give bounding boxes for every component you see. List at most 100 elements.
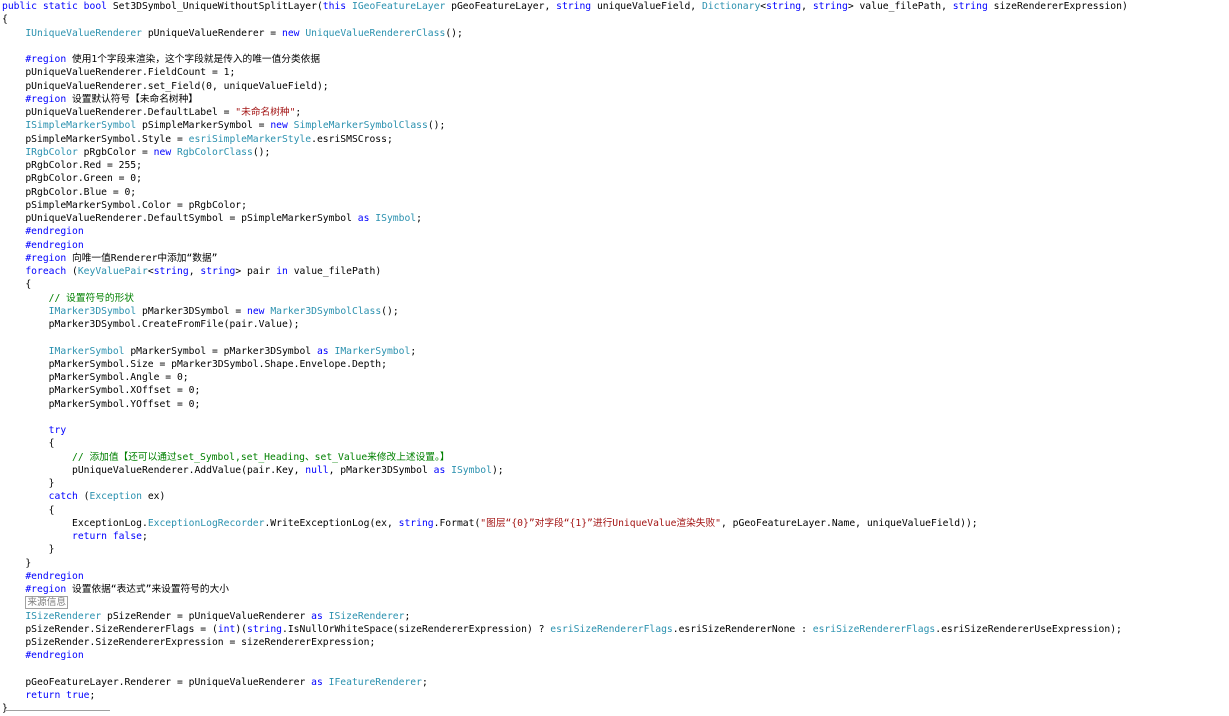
code-line[interactable]: pMarker3DSymbol.CreateFromFile(pair.Valu… — [2, 318, 1229, 331]
comment-token: // 设置符号的形状 — [48, 292, 134, 304]
keyword-token: #endregion — [25, 650, 84, 662]
code-text: pMarkerSymbol.Angle = 0; — [2, 372, 189, 383]
code-text: { — [2, 14, 8, 26]
code-text: (); — [427, 120, 446, 132]
code-line[interactable]: { — [2, 504, 1229, 517]
code-text: pMarkerSymbol.Size = pMarker3DSymbol.Sha… — [2, 358, 387, 370]
code-line[interactable]: { — [2, 437, 1229, 450]
keyword-token: #region — [25, 584, 67, 595]
code-line[interactable]: IMarkerSymbol pMarkerSymbol = pMarker3DS… — [2, 345, 1229, 358]
code-line[interactable]: #region 设置默认符号【未命名树种】 — [2, 93, 1229, 106]
code-line[interactable]: // 设置符号的形状 — [2, 292, 1229, 305]
code-line[interactable]: public static bool Set3DSymbol_UniqueWit… — [2, 0, 1229, 13]
code-line[interactable]: #endregion — [2, 570, 1229, 583]
code-line[interactable]: pRgbColor.Red = 255; — [2, 159, 1229, 172]
code-line[interactable]: { — [2, 13, 1229, 26]
code-line[interactable]: pGeoFeatureLayer.Renderer = pUniqueValue… — [2, 676, 1229, 689]
code-line[interactable]: pUniqueValueRenderer.FieldCount = 1; — [2, 66, 1229, 79]
source-info-box[interactable]: 来源信息 — [25, 596, 69, 610]
code-line[interactable]: IMarker3DSymbol pMarker3DSymbol = new Ma… — [2, 305, 1229, 318]
string-token: "未命名树种" — [235, 107, 296, 118]
keyword-token: string — [153, 266, 189, 277]
code-text: > value_filePath, — [847, 1, 953, 12]
code-line[interactable]: #region 向唯一值Renderer中添加“数据” — [2, 252, 1229, 265]
code-text: pMarkerSymbol = pMarker3DSymbol — [124, 345, 317, 357]
code-editor[interactable]: public static bool Set3DSymbol_UniqueWit… — [2, 0, 1229, 714]
code-text: pMarkerSymbol.YOffset = 0; — [2, 398, 201, 410]
code-line[interactable]: } — [2, 557, 1229, 570]
code-line[interactable]: return true; — [2, 689, 1229, 702]
type-token: IUniqueValueRenderer — [25, 27, 142, 39]
code-line[interactable]: try — [2, 424, 1229, 437]
code-line[interactable]: pMarkerSymbol.Size = pMarker3DSymbol.Sha… — [2, 358, 1229, 371]
keyword-token: new — [153, 146, 172, 158]
keyword-token: in — [276, 266, 288, 277]
type-token: ISizeRenderer — [328, 610, 405, 622]
code-line[interactable]: pUniqueValueRenderer.set_Field(0, unique… — [2, 80, 1229, 93]
code-line[interactable]: #endregion — [2, 239, 1229, 252]
code-line[interactable] — [2, 40, 1229, 53]
code-line[interactable]: pMarkerSymbol.YOffset = 0; — [2, 398, 1229, 411]
code-line[interactable]: ExceptionLog.ExceptionLogRecorder.WriteE… — [2, 517, 1229, 530]
code-text: pSizeRender.SizeRendererFlags = ( — [2, 623, 218, 635]
code-line[interactable]: pSizeRender.SizeRendererExpression = siz… — [2, 636, 1229, 649]
type-token: UniqueValueRendererClass — [305, 27, 446, 39]
code-line[interactable]: #endregion — [2, 649, 1229, 662]
code-line[interactable]: catch (Exception ex) — [2, 490, 1229, 503]
code-line[interactable] — [2, 331, 1229, 344]
code-line[interactable]: pRgbColor.Green = 0; — [2, 172, 1229, 185]
keyword-token: as — [311, 676, 323, 688]
code-line[interactable] — [2, 411, 1229, 424]
code-line[interactable]: foreach (KeyValuePair<string, string> pa… — [2, 265, 1229, 278]
code-line[interactable]: pUniqueValueRenderer.AddValue(pair.Key, … — [2, 464, 1229, 477]
code-text: ; — [295, 107, 302, 118]
code-line[interactable]: pUniqueValueRenderer.DefaultLabel = "未命名… — [2, 106, 1229, 119]
code-text: sizeRendererExpression) — [987, 1, 1128, 12]
code-text: 向唯一值Renderer中添加“数据” — [66, 252, 218, 264]
code-line[interactable]: pSimpleMarkerSymbol.Style = esriSimpleMa… — [2, 133, 1229, 146]
code-text: ex) — [142, 491, 166, 503]
keyword-token: as — [357, 213, 370, 224]
code-line[interactable]: ISizeRenderer pSizeRender = pUniqueValue… — [2, 610, 1229, 623]
keyword-token: new — [281, 27, 300, 39]
code-text: ; — [410, 345, 417, 357]
code-line[interactable]: } — [2, 477, 1229, 490]
code-line[interactable]: return false; — [2, 530, 1229, 543]
keyword-token: string — [556, 1, 592, 12]
keyword-token: as — [433, 464, 446, 476]
type-token: ExceptionLogRecorder — [147, 517, 265, 529]
code-line[interactable]: pMarkerSymbol.Angle = 0; — [2, 371, 1229, 384]
code-line[interactable]: IUniqueValueRenderer pUniqueValueRendere… — [2, 27, 1229, 40]
keyword-token: as — [311, 610, 323, 622]
code-line[interactable]: } — [2, 543, 1229, 556]
code-line[interactable]: // 添加值【还可以通过set_Symbol,set_Heading、set_V… — [2, 451, 1229, 464]
code-line[interactable]: pUniqueValueRenderer.DefaultSymbol = pSi… — [2, 212, 1229, 225]
code-line[interactable]: ISimpleMarkerSymbol pSimpleMarkerSymbol … — [2, 119, 1229, 132]
code-line[interactable]: IRgbColor pRgbColor = new RgbColorClass(… — [2, 146, 1229, 159]
code-line[interactable] — [2, 663, 1229, 676]
code-text: .esriSizeRendererUseExpression); — [935, 623, 1122, 635]
code-line[interactable]: pSimpleMarkerSymbol.Color = pRgbColor; — [2, 199, 1229, 212]
code-text: , pMarker3DSymbol — [328, 464, 434, 476]
code-text: .Format( — [433, 517, 481, 529]
code-line[interactable]: #region 使用1个字段来渲染，这个字段就是传入的唯一值分类依据 — [2, 53, 1229, 66]
code-text: pSimpleMarkerSymbol.Style = — [2, 133, 189, 145]
code-line[interactable]: { — [2, 278, 1229, 291]
code-line[interactable]: pRgbColor.Blue = 0; — [2, 186, 1229, 199]
code-text: pUniqueValueRenderer.FieldCount = 1; — [2, 67, 236, 79]
code-line[interactable]: pSizeRender.SizeRendererFlags = (int)(st… — [2, 623, 1229, 636]
code-text: , pGeoFeatureLayer.Name, uniqueValueFiel… — [721, 517, 978, 529]
code-line[interactable]: 来源信息 — [2, 596, 1229, 610]
code-line[interactable]: #region 设置依据“表达式”来设置符号的大小 — [2, 583, 1229, 596]
type-token: ISymbol — [375, 213, 417, 224]
code-line[interactable]: #endregion — [2, 225, 1229, 238]
code-line[interactable]: pMarkerSymbol.XOffset = 0; — [2, 384, 1229, 397]
keyword-token: null — [305, 464, 329, 476]
